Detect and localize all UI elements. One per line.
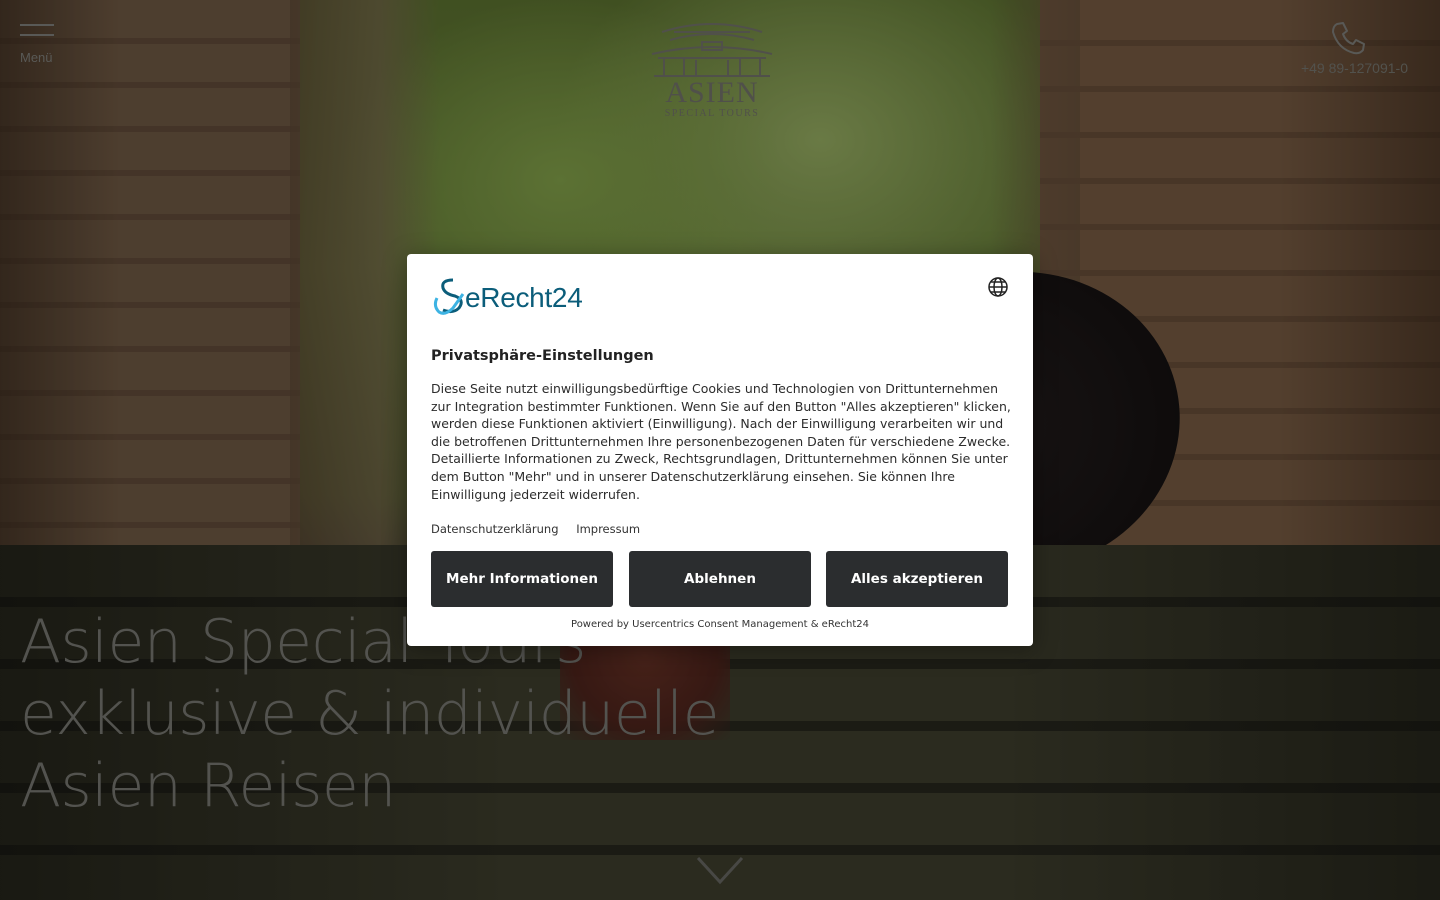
globe-icon[interactable] xyxy=(987,276,1009,298)
consent-body-text: Diese Seite nutzt einwilligungsbedürftig… xyxy=(431,381,1011,502)
privacy-policy-link[interactable]: Datenschutzerklärung xyxy=(431,522,559,536)
brand-name: eRecht24 xyxy=(465,282,583,313)
consent-dialog: eRecht24 Privatsphäre-Einstellungen Dies… xyxy=(407,254,1033,646)
erecht24-logo: eRecht24 xyxy=(431,276,631,316)
powered-by-text: Powered by Usercentrics Consent Manageme… xyxy=(571,619,869,630)
accept-all-button[interactable]: Alles akzeptieren xyxy=(826,551,1008,607)
erecht24-logo-icon xyxy=(433,278,465,315)
more-info-button[interactable]: Mehr Informationen xyxy=(431,551,613,607)
consent-links: Datenschutzerklärung Impressum xyxy=(431,522,654,536)
reject-button[interactable]: Ablehnen xyxy=(629,551,811,607)
consent-title: Privatsphäre-Einstellungen xyxy=(431,348,654,364)
imprint-link[interactable]: Impressum xyxy=(576,522,640,536)
